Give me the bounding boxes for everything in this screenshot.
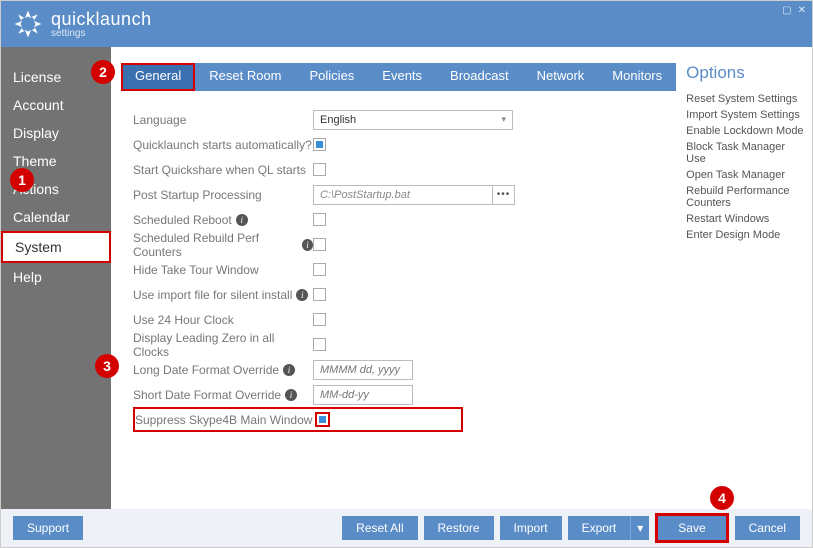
footer: Support Reset All Restore Import Export … xyxy=(1,509,812,547)
info-icon[interactable]: i xyxy=(296,289,308,301)
import-button[interactable]: Import xyxy=(500,516,562,540)
option-block-tm[interactable]: Block Task Manager Use xyxy=(686,139,804,167)
sched-rebuild-checkbox[interactable] xyxy=(313,238,326,251)
info-icon[interactable]: i xyxy=(236,214,248,226)
callout-4: 4 xyxy=(710,486,734,510)
tab-events[interactable]: Events xyxy=(368,63,436,91)
tab-broadcast[interactable]: Broadcast xyxy=(436,63,523,91)
maximize-icon[interactable]: ▢ xyxy=(782,5,791,16)
titlebar: quicklaunch settings ▢ ✕ xyxy=(1,1,812,47)
import-silent-checkbox[interactable] xyxy=(313,288,326,301)
option-open-tm[interactable]: Open Task Manager xyxy=(686,167,804,183)
sidebar: License Account Display Theme Actions Ca… xyxy=(1,47,111,509)
sidebar-item-help[interactable]: Help xyxy=(1,263,111,291)
option-design-mode[interactable]: Enter Design Mode xyxy=(686,227,804,243)
quickshare-label: Start Quickshare when QL starts xyxy=(133,163,313,177)
info-icon[interactable]: i xyxy=(283,364,295,376)
autostart-checkbox[interactable] xyxy=(313,138,326,151)
options-panel: Options Reset System Settings Import Sys… xyxy=(686,47,812,509)
export-button[interactable]: Export xyxy=(568,516,631,540)
sidebar-item-calendar[interactable]: Calendar xyxy=(1,203,111,231)
app-logo-icon xyxy=(13,9,43,39)
leading-zero-checkbox[interactable] xyxy=(313,338,326,351)
app-title: quicklaunch settings xyxy=(51,9,152,39)
callout-2: 2 xyxy=(91,60,115,84)
option-import-system[interactable]: Import System Settings xyxy=(686,107,804,123)
suppress-checkbox[interactable] xyxy=(315,412,330,427)
language-label: Language xyxy=(133,113,313,127)
sched-reboot-checkbox[interactable] xyxy=(313,213,326,226)
sidebar-item-system[interactable]: System xyxy=(1,231,111,263)
tab-monitors[interactable]: Monitors xyxy=(598,63,676,91)
suppress-label: Suppress Skype4B Main Window xyxy=(135,413,315,427)
tab-reset-room[interactable]: Reset Room xyxy=(195,63,295,91)
chevron-down-icon: ▾ xyxy=(501,114,506,125)
hide-tour-checkbox[interactable] xyxy=(313,263,326,276)
tab-general[interactable]: General xyxy=(121,63,195,91)
sidebar-item-account[interactable]: Account xyxy=(1,91,111,119)
callout-1: 1 xyxy=(10,168,34,192)
tabbar: General Reset Room Policies Events Broad… xyxy=(121,63,676,91)
quickshare-checkbox[interactable] xyxy=(313,163,326,176)
export-dropdown-button[interactable]: ▾ xyxy=(630,516,649,540)
tab-policies[interactable]: Policies xyxy=(296,63,369,91)
reset-all-button[interactable]: Reset All xyxy=(342,516,417,540)
options-title: Options xyxy=(686,63,804,83)
short-date-input[interactable] xyxy=(313,385,413,405)
leading-zero-label: Display Leading Zero in all Clocks xyxy=(133,331,313,359)
option-rebuild-perf[interactable]: Rebuild Performance Counters xyxy=(686,183,804,211)
poststartup-label: Post Startup Processing xyxy=(133,188,313,202)
callout-3: 3 xyxy=(95,354,119,378)
autostart-label: Quicklaunch starts automatically? xyxy=(133,138,313,152)
sched-rebuild-label: Scheduled Rebuild Perf Countersi xyxy=(133,231,313,259)
import-silent-label: Use import file for silent installi xyxy=(133,288,313,302)
sched-reboot-label: Scheduled Rebooti xyxy=(133,213,313,227)
language-select[interactable]: English ▾ xyxy=(313,110,513,130)
support-button[interactable]: Support xyxy=(13,516,83,540)
long-date-label: Long Date Format Overridei xyxy=(133,363,313,377)
tab-network[interactable]: Network xyxy=(523,63,599,91)
restore-button[interactable]: Restore xyxy=(424,516,494,540)
sidebar-item-display[interactable]: Display xyxy=(1,119,111,147)
clock24-checkbox[interactable] xyxy=(313,313,326,326)
clock24-label: Use 24 Hour Clock xyxy=(133,313,313,327)
poststartup-browse-button[interactable]: ••• xyxy=(493,185,515,205)
poststartup-input[interactable] xyxy=(313,185,493,205)
option-lockdown[interactable]: Enable Lockdown Mode xyxy=(686,123,804,139)
save-button[interactable]: Save xyxy=(658,516,725,540)
close-icon[interactable]: ✕ xyxy=(798,5,806,16)
hide-tour-label: Hide Take Tour Window xyxy=(133,263,313,277)
short-date-label: Short Date Format Overridei xyxy=(133,388,313,402)
cancel-button[interactable]: Cancel xyxy=(735,516,800,540)
info-icon[interactable]: i xyxy=(285,389,297,401)
info-icon[interactable]: i xyxy=(302,239,313,251)
long-date-input[interactable] xyxy=(313,360,413,380)
option-restart-win[interactable]: Restart Windows xyxy=(686,211,804,227)
form-area: Language English ▾ Quicklaunch starts au… xyxy=(111,91,676,509)
option-reset-system[interactable]: Reset System Settings xyxy=(686,91,804,107)
app-window: quicklaunch settings ▢ ✕ License Account… xyxy=(0,0,813,548)
